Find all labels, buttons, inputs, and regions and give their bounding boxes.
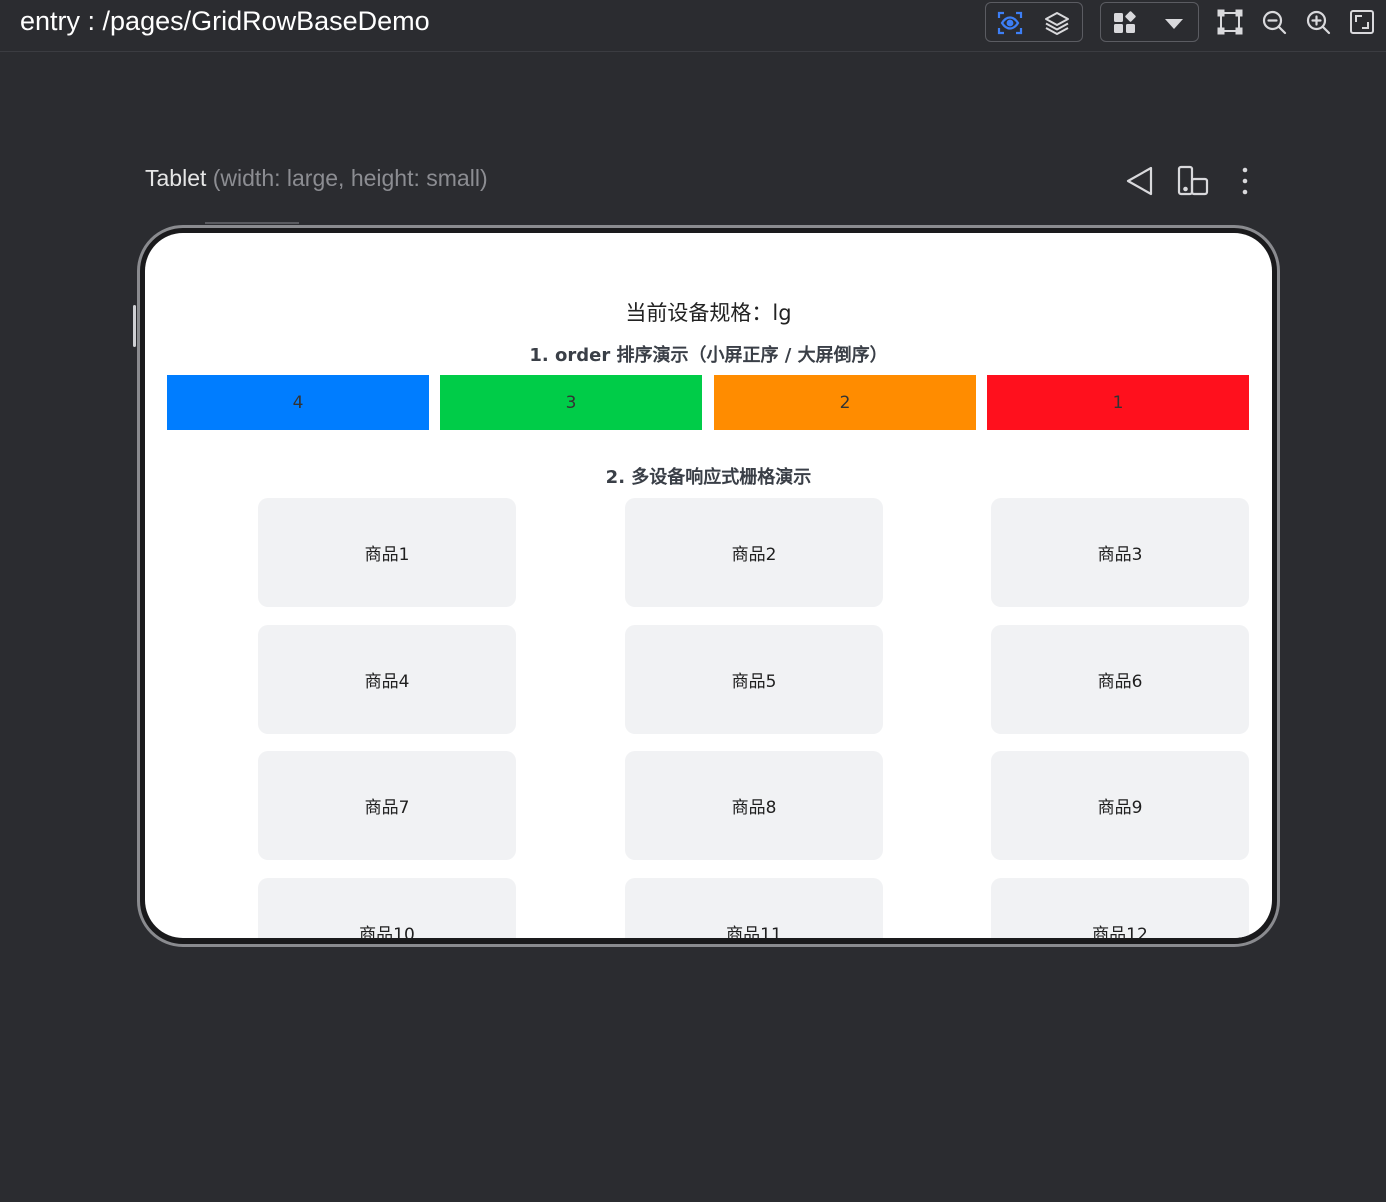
component-group (1100, 2, 1199, 42)
rotate-device-icon[interactable] (1176, 164, 1210, 198)
frame-select-icon[interactable] (1217, 9, 1243, 35)
product-card: 商品5 (625, 625, 883, 734)
device-side-button (133, 305, 136, 347)
product-card: 商品6 (991, 625, 1249, 734)
device-name: Tablet (145, 165, 207, 191)
grid-section-title: 2. 多设备响应式栅格演示 (605, 467, 812, 488)
inspector-eye-icon[interactable] (997, 10, 1023, 36)
order-box-1: 4 (167, 375, 429, 430)
view-mode-group (985, 2, 1083, 42)
device-header-label: Tablet (width: large, height: small) (145, 165, 488, 192)
tab-indicator (205, 222, 299, 224)
order-section-title: 1. order 排序演示（小屏正序 / 大屏倒序） (529, 345, 888, 366)
more-vertical-icon[interactable] (1228, 164, 1262, 198)
component-grid-icon[interactable] (1112, 10, 1138, 36)
device-spec: (width: large, height: small) (206, 165, 488, 191)
zoom-out-icon[interactable] (1261, 9, 1287, 35)
product-card: 商品10 (258, 878, 516, 938)
order-box-2: 3 (440, 375, 702, 430)
product-card: 商品9 (991, 751, 1249, 860)
order-box-3: 2 (714, 375, 976, 430)
product-card: 商品3 (991, 498, 1249, 607)
device-spec-line: 当前设备规格：lg (625, 301, 792, 325)
product-card: 商品1 (258, 498, 516, 607)
layers-icon[interactable] (1044, 10, 1070, 36)
product-card: 商品11 (625, 878, 883, 938)
product-card: 商品2 (625, 498, 883, 607)
top-toolbar: entry : /pages/GridRowBaseDemo (0, 0, 1386, 52)
fit-screen-icon[interactable] (1349, 9, 1375, 35)
product-card: 商品4 (258, 625, 516, 734)
product-card: 商品7 (258, 751, 516, 860)
zoom-in-icon[interactable] (1305, 9, 1331, 35)
dropdown-arrow-icon[interactable] (1161, 10, 1187, 36)
product-card: 商品12 (991, 878, 1249, 938)
back-triangle-icon[interactable] (1123, 164, 1157, 198)
page-path-title: entry : /pages/GridRowBaseDemo (20, 6, 430, 36)
device-screen: 当前设备规格：lg 1. order 排序演示（小屏正序 / 大屏倒序） 4 3… (145, 233, 1272, 938)
order-box-4: 1 (987, 375, 1249, 430)
product-card: 商品8 (625, 751, 883, 860)
